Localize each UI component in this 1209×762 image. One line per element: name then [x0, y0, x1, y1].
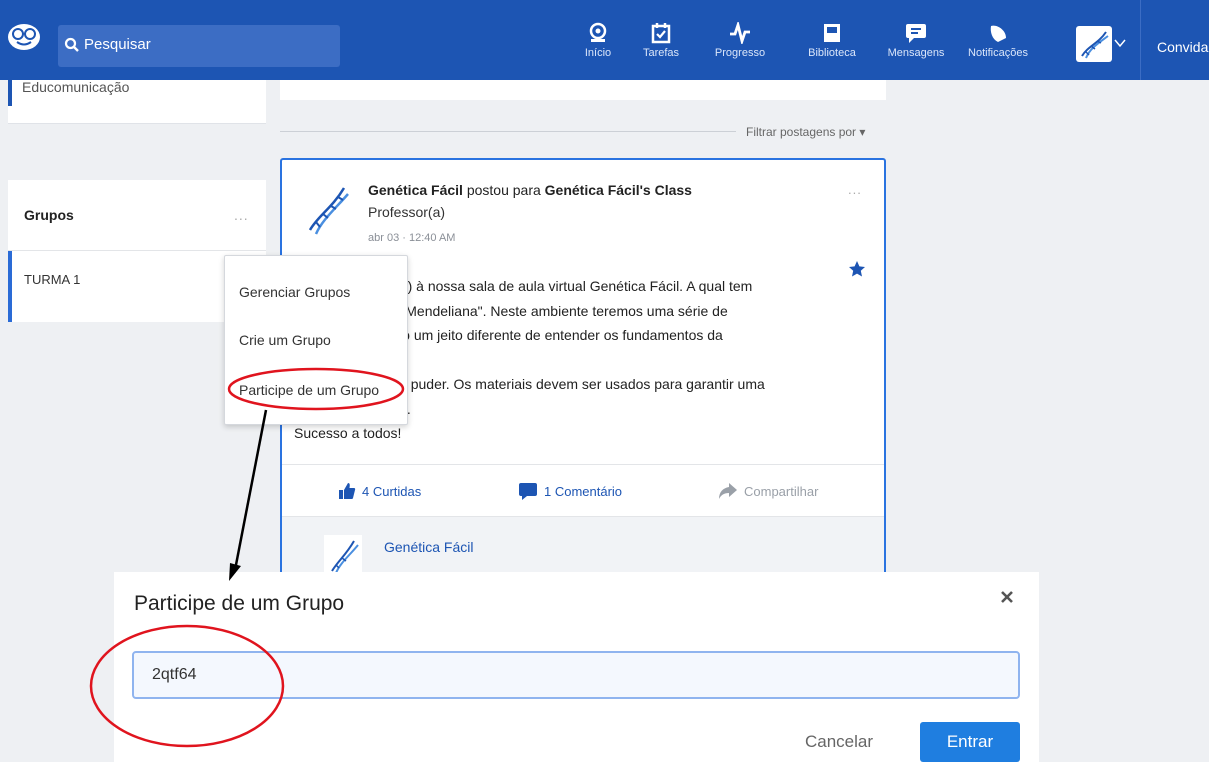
divider [1140, 0, 1141, 80]
post-more-button[interactable]: ... [848, 182, 862, 197]
nav-label: Notificações [968, 47, 1028, 59]
divider [282, 464, 884, 465]
share-icon [719, 483, 737, 499]
modal-title: Participe de um Grupo [134, 592, 345, 615]
nav-label: Biblioteca [808, 47, 856, 59]
comment-count: 1 Comentário [544, 484, 623, 499]
nav-label: Progresso [714, 47, 766, 59]
search-icon [64, 37, 79, 52]
dna-icon [1081, 31, 1109, 59]
nav-biblioteca[interactable]: Biblioteca [789, 22, 875, 72]
top-nav-bar: Pesquisar Início Tarefas Progresso Bibli… [0, 0, 1209, 80]
nav-notificacoes[interactable]: Notificações [955, 22, 1041, 72]
nav-progresso[interactable]: Progresso [697, 22, 783, 72]
like-count: 4 Curtidas [362, 484, 422, 499]
share-label: Compartilhar [744, 484, 819, 499]
menu-item-create-group[interactable]: Crie um Grupo [239, 332, 331, 348]
post-action-text: postou para [462, 182, 545, 198]
menu-item-join-group[interactable]: Participe de um Grupo [239, 382, 379, 398]
active-accent [8, 251, 12, 322]
edmodo-logo-icon[interactable] [6, 22, 42, 52]
share-button[interactable]: Compartilhar [718, 482, 818, 500]
groups-more-button[interactable]: ... [234, 207, 249, 223]
post-target[interactable]: Genética Fácil's Class [545, 182, 692, 198]
chevron-down-icon[interactable] [1114, 38, 1126, 48]
sidebar-top-card: Educomunicação [8, 80, 266, 124]
sidebar-item-educomunicacao[interactable]: Educomunicação [22, 80, 129, 94]
comment-button[interactable]: 1 Comentário [518, 482, 622, 500]
comment-author[interactable]: Genética Fácil [384, 539, 473, 555]
nav-mensagens[interactable]: Mensagens [873, 22, 959, 72]
group-code-input[interactable] [132, 651, 1020, 699]
filter-posts-dropdown[interactable]: Filtrar postagens por ▾ [746, 125, 865, 139]
pulse-icon [730, 22, 750, 44]
post-date: abr 03 · 12:40 AM [368, 232, 456, 244]
calendar-check-icon [651, 23, 671, 44]
comment-icon [519, 483, 537, 500]
invite-link[interactable]: Convida [1157, 39, 1208, 55]
divider [280, 131, 736, 132]
user-avatar[interactable] [1076, 26, 1112, 62]
post-author[interactable]: Genética Fácil [368, 182, 463, 198]
apple-home-icon [589, 22, 607, 42]
search-placeholder: Pesquisar [84, 36, 151, 53]
post-header: Genética Fácil postou para Genética Fáci… [368, 182, 692, 198]
join-group-modal: Participe de um Grupo Cancelar Entrar [114, 572, 1039, 762]
search-box[interactable]: Pesquisar [58, 25, 340, 67]
active-accent [8, 80, 12, 106]
close-icon[interactable] [1000, 590, 1014, 604]
chat-icon [906, 24, 926, 43]
nav-label: Tarefas [642, 47, 680, 59]
comment-area: Genética Fácil [282, 516, 884, 576]
menu-item-manage-groups[interactable]: Gerenciar Grupos [239, 284, 350, 300]
composer-card [280, 80, 886, 100]
dna-icon[interactable] [302, 178, 352, 238]
post-role: Professor(a) [368, 204, 446, 220]
groups-title: Grupos [24, 207, 74, 223]
groups-dropdown-menu: Gerenciar Grupos Crie um Grupo Participe… [224, 255, 408, 425]
book-icon [824, 24, 840, 42]
dna-icon[interactable] [324, 535, 362, 575]
thumbs-up-icon [339, 483, 356, 499]
cancel-button[interactable]: Cancelar [784, 722, 894, 762]
nav-label: Mensagens [887, 47, 945, 59]
bell-icon [990, 25, 1006, 42]
like-button[interactable]: 4 Curtidas [338, 482, 421, 500]
group-label: TURMA 1 [24, 272, 81, 287]
nav-tarefas[interactable]: Tarefas [618, 22, 704, 72]
enter-button[interactable]: Entrar [920, 722, 1020, 762]
